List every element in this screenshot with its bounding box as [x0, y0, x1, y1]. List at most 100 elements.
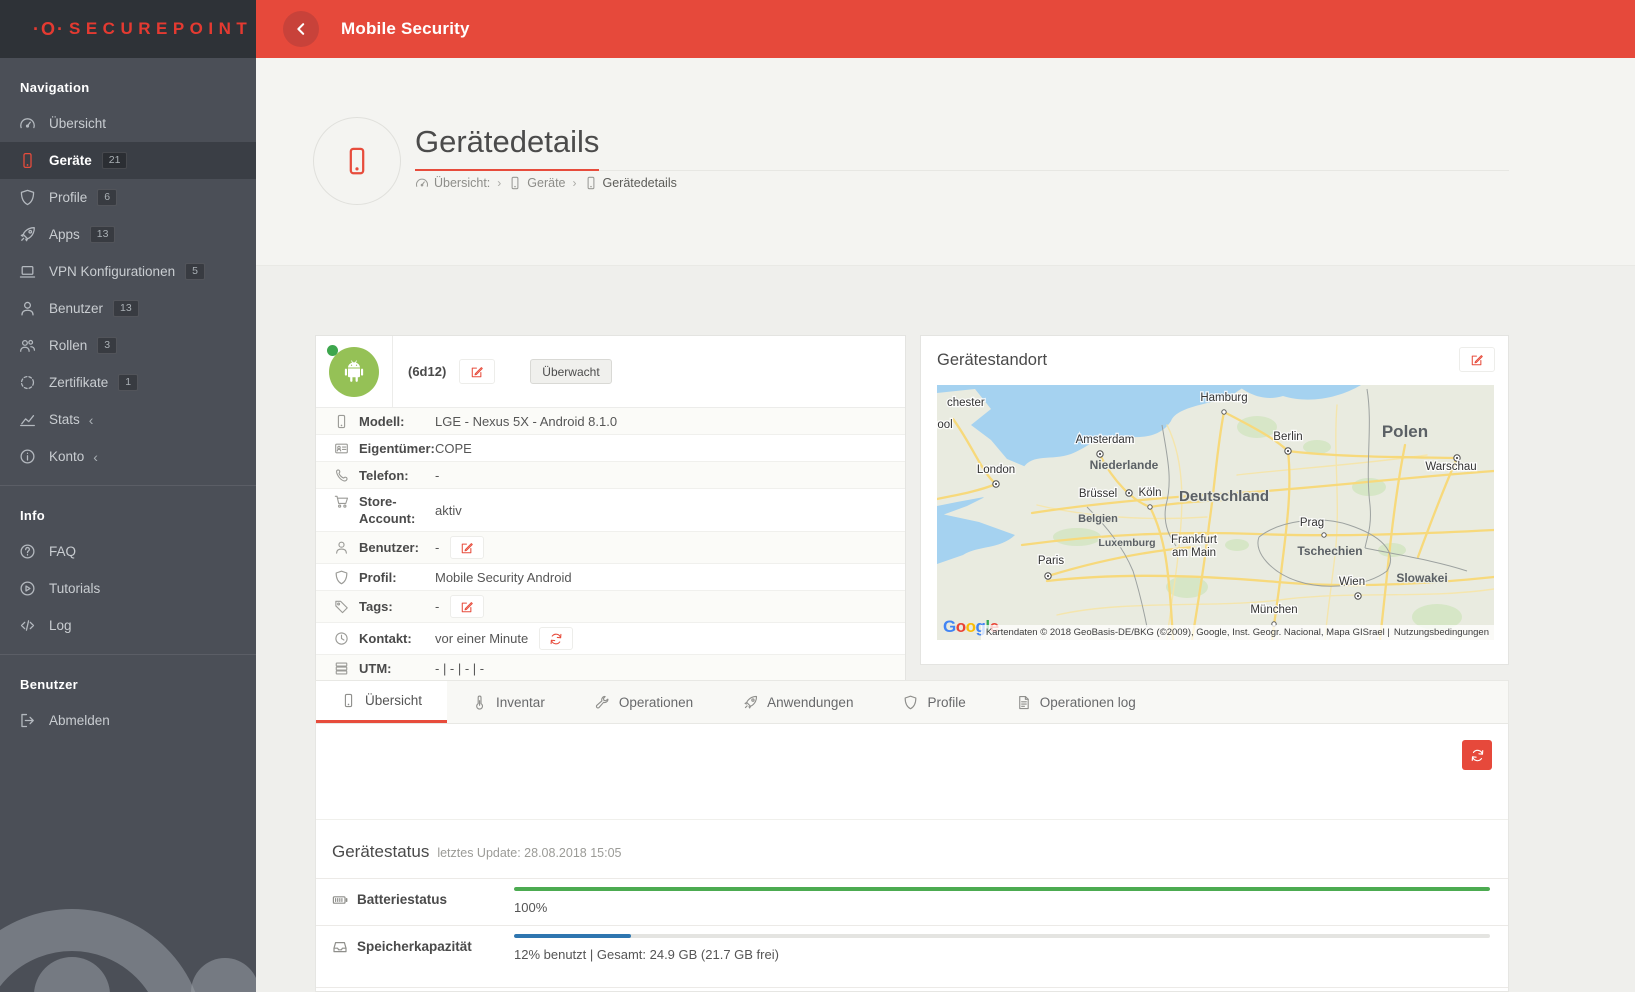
status-value: 100% — [514, 879, 1508, 925]
collapse-chevron-icon[interactable]: ‹ — [93, 450, 98, 464]
row-value-text: LGE - Nexus 5X - Android 8.1.0 — [435, 414, 617, 429]
row-label-text: Tags: — [359, 598, 393, 615]
back-button[interactable] — [283, 11, 319, 47]
brand-logo[interactable]: ·O· SECUREPOINT — [0, 0, 256, 58]
sidebar-item-profile[interactable]: Profile6 — [0, 179, 256, 216]
info-icon — [19, 448, 36, 465]
sidebar: ·O· SECUREPOINT NavigationÜbersichtGerät… — [0, 0, 256, 992]
row-value: - — [435, 536, 484, 559]
progress-bar — [514, 934, 1490, 938]
map-label: Belgien — [1078, 513, 1118, 525]
sidebar-item-stats[interactable]: Stats‹ — [0, 401, 256, 438]
sidebar-item--bersicht[interactable]: Übersicht — [0, 105, 256, 142]
status-row-batteriestatus: Batteriestatus 100% — [316, 878, 1508, 926]
page-icon-circle — [313, 117, 401, 205]
refresh-kontakt-button[interactable] — [539, 627, 573, 650]
edit-tags-button[interactable] — [450, 595, 484, 618]
page-title-row: Gerätedetails — [415, 124, 1509, 171]
topbar-title: Mobile Security — [341, 19, 470, 39]
terms-link[interactable]: Nutzungsbedingungen — [1394, 627, 1489, 638]
server-icon — [334, 661, 349, 676]
map-label: Prag — [1300, 517, 1324, 529]
count-badge: 21 — [102, 152, 128, 169]
sidebar-item-label: Tutorials — [49, 581, 100, 596]
sidebar-item-log[interactable]: Log — [0, 607, 256, 644]
map-label: Niederlande — [1090, 458, 1159, 472]
row-value: aktiv — [435, 503, 462, 518]
breadcrumb-label: Gerätedetails — [603, 176, 677, 190]
tab-profile[interactable]: Profile — [878, 681, 990, 723]
status-heading-row: Gerätestatus letztes Update: 28.08.2018 … — [332, 842, 1492, 862]
row-value: COPE — [435, 441, 472, 456]
row-label: Profil: — [334, 569, 435, 586]
count-badge: 13 — [90, 226, 116, 243]
sidebar-item-konto[interactable]: Konto‹ — [0, 438, 256, 475]
securepoint-watermark-icon — [0, 852, 256, 992]
map-label: pool — [937, 419, 953, 431]
edit-device-name-button[interactable] — [459, 359, 495, 384]
phone-icon — [508, 176, 522, 190]
row-label: Kontakt: — [334, 630, 435, 647]
collapse-chevron-icon[interactable]: ‹ — [89, 413, 94, 427]
row-value: - — [435, 468, 439, 483]
tab-anwendungen[interactable]: Anwendungen — [718, 681, 878, 723]
refresh-status-button[interactable] — [1462, 740, 1492, 770]
tab-operationen-log[interactable]: Operationen log — [991, 681, 1161, 723]
sidebar-item-tutorials[interactable]: Tutorials — [0, 570, 256, 607]
device-row-kontakt: Kontakt:vor einer Minute — [316, 623, 905, 655]
sidebar-item-faq[interactable]: FAQ — [0, 533, 256, 570]
phone-icon — [19, 152, 36, 169]
tab-label: Operationen — [619, 695, 693, 710]
rocket-icon — [743, 695, 758, 710]
device-row-profil: Profil:Mobile Security Android — [316, 564, 905, 591]
edit-benutzer-button[interactable] — [450, 536, 484, 559]
count-badge: 1 — [118, 374, 138, 391]
map-label: Luxemburg — [1098, 537, 1155, 549]
edit-icon — [460, 541, 474, 555]
status-label-text: Batteriestatus — [357, 892, 447, 925]
wrench-icon — [595, 695, 610, 710]
sidebar-item-ger-te[interactable]: Geräte21 — [0, 142, 256, 179]
map-label: Paris — [1038, 555, 1064, 567]
sidebar-item-abmelden[interactable]: Abmelden — [0, 702, 256, 739]
breadcrumb-separator: › — [497, 176, 501, 190]
tab-label: Anwendungen — [767, 695, 853, 710]
edit-location-button[interactable] — [1459, 347, 1495, 372]
breadcrumb-item-0[interactable]: Übersicht: — [415, 176, 490, 190]
sidebar-item-rollen[interactable]: Rollen3 — [0, 327, 256, 364]
sidebar-item-apps[interactable]: Apps13 — [0, 216, 256, 253]
certificate-icon — [19, 374, 36, 391]
map-label: Köln — [1138, 487, 1161, 499]
status-label: Batteriestatus — [316, 879, 514, 925]
tab--bersicht[interactable]: Übersicht — [316, 681, 447, 723]
last-update-timestamp: letztes Update: 28.08.2018 15:05 — [437, 846, 621, 860]
refresh-icon — [1470, 748, 1485, 763]
map-label: chester — [947, 397, 985, 409]
status-value: 12% benutzt | Gesamt: 24.9 GB (21.7 GB f… — [514, 926, 1508, 987]
id-card-icon — [334, 441, 349, 456]
gauge-icon — [19, 115, 36, 132]
device-location-map[interactable]: chesterpoolLondonAmsterdamNiederlandeHam… — [937, 385, 1494, 640]
chevron-left-icon — [294, 22, 308, 36]
breadcrumb-item-2[interactable]: Gerätedetails — [584, 176, 677, 190]
tab-operationen[interactable]: Operationen — [570, 681, 718, 723]
shield-icon — [334, 570, 349, 585]
count-badge: 6 — [97, 189, 117, 206]
sidebar-item-zertifikate[interactable]: Zertifikate1 — [0, 364, 256, 401]
row-label: Tags: — [334, 598, 435, 615]
sidebar-section-header: Navigation — [0, 64, 256, 105]
status-label: Speicherkapazität — [316, 926, 514, 987]
device-name: (6d12) — [408, 364, 446, 379]
breadcrumb-item-1[interactable]: Geräte — [508, 176, 565, 190]
device-row-eigent-mer: Eigentümer:COPE — [316, 435, 905, 462]
smartphone-icon — [342, 146, 372, 176]
sidebar-item-vpn-konfigurationen[interactable]: VPN Konfigurationen5 — [0, 253, 256, 290]
map-label: München — [1250, 604, 1297, 616]
sidebar-item-benutzer[interactable]: Benutzer13 — [0, 290, 256, 327]
device-avatar-cell — [316, 336, 393, 407]
gauge-icon — [415, 176, 429, 190]
shield-icon — [19, 189, 36, 206]
tab-inventar[interactable]: Inventar — [447, 681, 570, 723]
row-label: Telefon: — [334, 467, 435, 484]
sidebar-nav: NavigationÜbersichtGeräte21Profile6Apps1… — [0, 58, 256, 749]
